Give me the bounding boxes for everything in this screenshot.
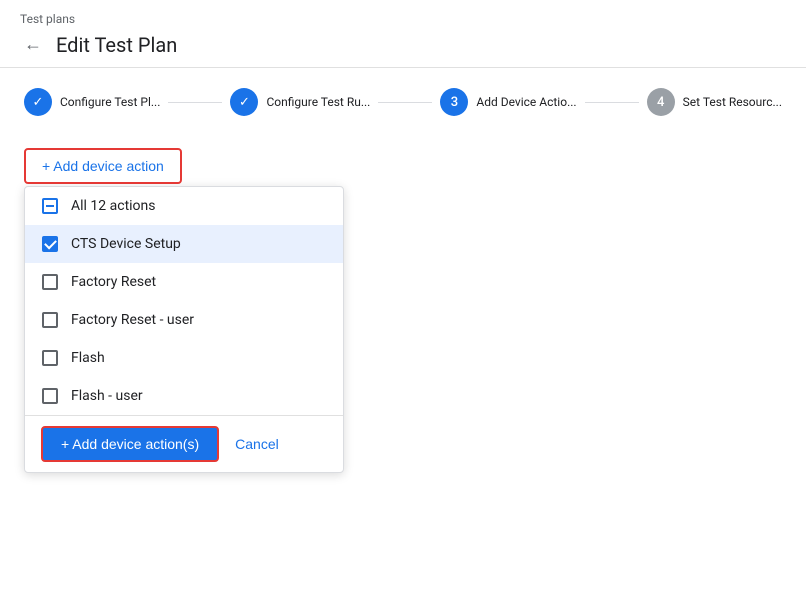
- unchecked-icon: [42, 350, 58, 366]
- step-connector-2: [378, 102, 432, 103]
- all-actions-label: All 12 actions: [71, 198, 156, 214]
- step-4-number: 4: [657, 95, 664, 110]
- step-3-number: 3: [451, 95, 458, 110]
- flash-user-checkbox[interactable]: [41, 387, 59, 405]
- all-actions-checkbox[interactable]: [41, 197, 59, 215]
- add-device-action-button[interactable]: + Add device action: [24, 148, 182, 184]
- add-device-actions-submit-button[interactable]: + Add device action(s): [41, 426, 219, 462]
- item-label: Flash: [71, 350, 105, 366]
- step-connector-3: [585, 102, 639, 103]
- add-action-label: + Add device action: [42, 158, 164, 174]
- indeterminate-icon: [42, 198, 58, 214]
- page-title-row: ← Edit Test Plan: [20, 30, 786, 59]
- cancel-label: Cancel: [235, 436, 279, 452]
- step-4-label: Set Test Resourc...: [683, 95, 782, 109]
- step-3-circle: 3: [440, 88, 468, 116]
- dropdown-panel: All 12 actions CTS Device Setup Factory …: [24, 186, 344, 473]
- breadcrumb: Test plans: [20, 12, 786, 26]
- step-1-check-icon: ✓: [33, 95, 44, 110]
- list-item[interactable]: Factory Reset: [25, 263, 343, 301]
- page-container: Test plans ← Edit Test Plan ✓ Configure …: [0, 0, 806, 596]
- actions-list: All 12 actions CTS Device Setup Factory …: [25, 187, 343, 415]
- list-item[interactable]: Factory Reset - user: [25, 301, 343, 339]
- stepper: ✓ Configure Test Pl... ✓ Configure Test …: [0, 68, 806, 132]
- step-4-circle: 4: [647, 88, 675, 116]
- step-2-label: Configure Test Ru...: [266, 95, 370, 109]
- main-content: + Add device action All 12 actions CTS D…: [0, 132, 806, 489]
- flash-checkbox[interactable]: [41, 349, 59, 367]
- item-label: Factory Reset - user: [71, 312, 194, 328]
- step-1[interactable]: ✓ Configure Test Pl...: [24, 88, 160, 116]
- item-label: Factory Reset: [71, 274, 156, 290]
- factory-reset-checkbox[interactable]: [41, 273, 59, 291]
- list-item[interactable]: Flash: [25, 339, 343, 377]
- step-1-label: Configure Test Pl...: [60, 95, 160, 109]
- unchecked-icon: [42, 388, 58, 404]
- cts-checkbox[interactable]: [41, 235, 59, 253]
- item-label: CTS Device Setup: [71, 236, 181, 252]
- back-arrow-icon: ←: [24, 34, 42, 55]
- add-actions-label: + Add device action(s): [61, 436, 199, 452]
- all-actions-item[interactable]: All 12 actions: [25, 187, 343, 225]
- step-2[interactable]: ✓ Configure Test Ru...: [230, 88, 370, 116]
- step-3-label: Add Device Actio...: [476, 95, 576, 109]
- item-label: Flash - user: [71, 388, 143, 404]
- unchecked-icon: [42, 274, 58, 290]
- factory-reset-user-checkbox[interactable]: [41, 311, 59, 329]
- step-1-circle: ✓: [24, 88, 52, 116]
- list-item[interactable]: Flash - user: [25, 377, 343, 415]
- unchecked-icon: [42, 312, 58, 328]
- checked-icon: [42, 236, 58, 252]
- header: Test plans ← Edit Test Plan: [0, 0, 806, 68]
- page-title: Edit Test Plan: [56, 33, 177, 57]
- step-2-circle: ✓: [230, 88, 258, 116]
- step-connector-1: [168, 102, 222, 103]
- back-button[interactable]: ←: [20, 30, 46, 59]
- step-4[interactable]: 4 Set Test Resourc...: [647, 88, 782, 116]
- list-item[interactable]: CTS Device Setup: [25, 225, 343, 263]
- step-2-check-icon: ✓: [239, 95, 250, 110]
- cancel-button[interactable]: Cancel: [231, 428, 283, 460]
- step-3[interactable]: 3 Add Device Actio...: [440, 88, 576, 116]
- dropdown-footer: + Add device action(s) Cancel: [25, 415, 343, 472]
